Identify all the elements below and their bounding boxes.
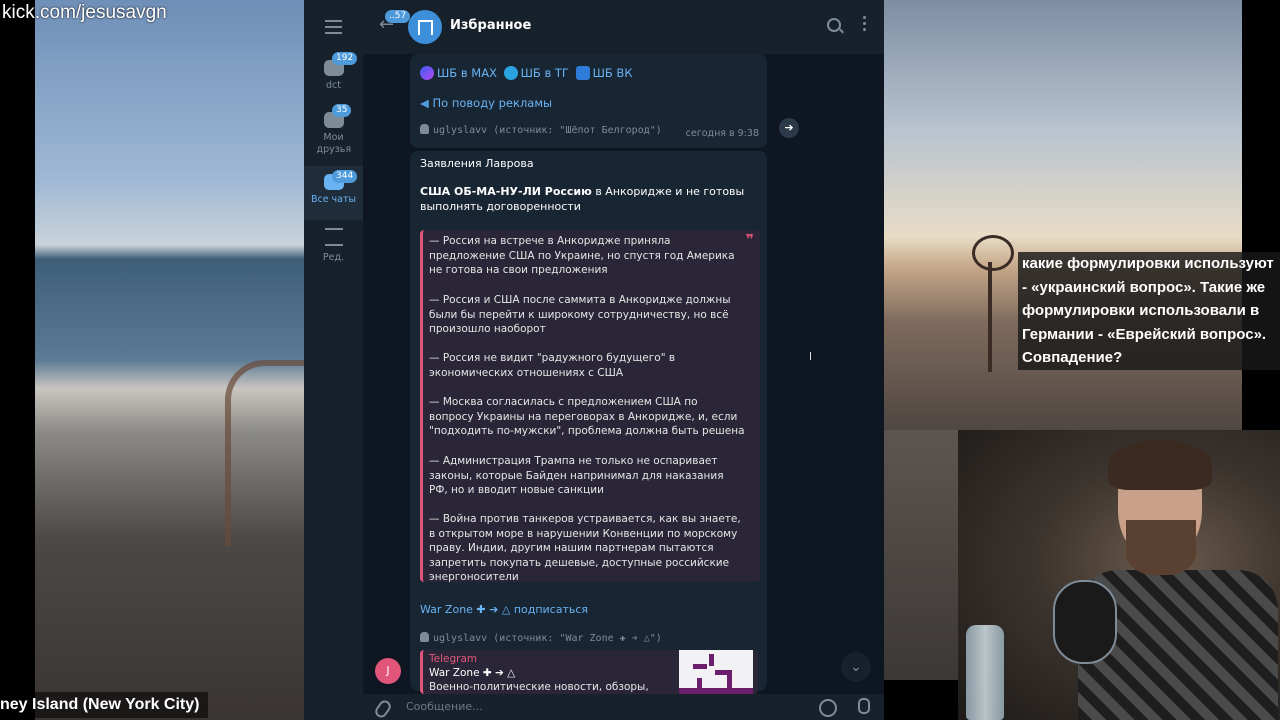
- text-cursor: [810, 352, 811, 360]
- channel-subscribe-link[interactable]: War Zone ✚ ➔ △ подписаться: [420, 603, 588, 616]
- forwarded-label: uglyslavv (источник: "War Zone ✚ ➔ △"): [433, 633, 662, 644]
- folder-label: dct: [326, 80, 341, 91]
- stream-background-left: [35, 0, 347, 720]
- link-max[interactable]: ШБ в MAX: [437, 66, 497, 80]
- post-title: Заявления Лаврова: [420, 157, 534, 170]
- stream-watermark: kick.com/jesusavgn: [2, 2, 167, 23]
- preview-title: War Zone ✚ ➔ △: [429, 667, 516, 679]
- scroll-down-icon[interactable]: ⌄: [841, 652, 871, 682]
- post-lead: США ОБ-МА-НУ-ЛИ Россию в Анкоридже и не …: [420, 185, 760, 214]
- folder-friends[interactable]: 35 Мои друзья: [304, 104, 363, 162]
- share-forward-icon[interactable]: ➔: [779, 118, 799, 138]
- message-bubble[interactable]: Заявления Лаврова США ОБ-МА-НУ-ЛИ Россию…: [410, 151, 767, 694]
- forwarded-label: uglyslavv (источник: "Шёпот Белгород"): [433, 125, 662, 136]
- folder-sidebar: 192 dct 35 Мои друзья 344 Все чаты Ред.: [304, 0, 363, 720]
- max-icon: [420, 66, 434, 80]
- folder-label: Все чаты: [310, 194, 357, 205]
- quote-item: — Администрация Трампа не только не оспа…: [429, 455, 724, 497]
- quote-item: — Россия на встрече в Анкоридже приняла …: [429, 235, 735, 277]
- message-input[interactable]: [404, 699, 788, 714]
- unread-badge: 344: [332, 170, 358, 183]
- message-bubble[interactable]: ШБ в MAX ШБ в ТГ ШБ ВК ◀ По поводу рекла…: [410, 54, 767, 148]
- preview-thumbnail: [679, 650, 753, 694]
- stream-overlay-text: какие формулировки используют - «украинс…: [1018, 252, 1280, 370]
- social-links: ШБ в MAX ШБ в ТГ ШБ ВК: [420, 66, 633, 80]
- emoji-icon[interactable]: [819, 699, 837, 717]
- webcam-feed: [958, 430, 1280, 720]
- quote-item: — Москва согласилась с предложением США …: [429, 396, 745, 438]
- location-caption: ney Island (New York City): [0, 692, 208, 718]
- parachute-tower-shape: [972, 235, 1014, 271]
- preview-description: Военно-политические новости, обзоры,: [429, 681, 649, 693]
- message-time: сегодня в 9:38: [685, 128, 759, 139]
- quote-item: — Война против танкеров устраивается, ка…: [429, 513, 741, 584]
- person-icon: [420, 632, 429, 642]
- link-tg[interactable]: ШБ в ТГ: [521, 66, 569, 80]
- bookmark-icon: [417, 19, 433, 35]
- lead-bold: США ОБ-МА-НУ-ЛИ Россию: [420, 185, 592, 198]
- telegram-icon: [503, 66, 518, 80]
- person-icon: [420, 124, 429, 134]
- quote-item: — Россия и США после саммита в Анкоридже…: [429, 294, 731, 336]
- folder-dct[interactable]: 192 dct: [304, 52, 363, 100]
- quote-item: — Россия не видит "радужного будущего" в…: [429, 352, 676, 379]
- microphone-icon[interactable]: [858, 698, 870, 714]
- microphone-shape: [1053, 580, 1117, 664]
- message-composer: [363, 694, 884, 720]
- saved-messages-avatar[interactable]: [408, 10, 442, 44]
- back-unread-badge: ..57: [385, 10, 411, 23]
- stream-background-right-lower: [884, 430, 958, 680]
- telegram-window: 192 dct 35 Мои друзья 344 Все чаты Ред. …: [304, 0, 884, 720]
- quote-icon: ❞: [745, 232, 754, 248]
- ads-label: По поводу рекламы: [432, 96, 553, 110]
- more-vertical-icon[interactable]: [863, 16, 867, 34]
- blockquote: ❞ — Россия на встрече в Анкоридже принял…: [420, 230, 760, 584]
- folder-label: Мои друзья: [316, 132, 352, 155]
- link-vk[interactable]: ШБ ВК: [593, 66, 633, 80]
- folder-edit[interactable]: Ред.: [304, 228, 363, 264]
- chat-title[interactable]: Избранное: [450, 18, 531, 33]
- menu-icon[interactable]: [325, 20, 342, 34]
- folder-all-chats[interactable]: 344 Все чаты: [304, 166, 363, 220]
- vk-icon: [575, 66, 590, 80]
- sender-avatar[interactable]: J: [375, 658, 401, 684]
- link-preview[interactable]: Telegram War Zone ✚ ➔ △ Военно-политичес…: [420, 650, 758, 694]
- message-list[interactable]: ШБ в MAX ШБ в ТГ ШБ ВК ◀ По поводу рекла…: [363, 54, 884, 694]
- chat-header: ← ..57 Избранное: [363, 0, 884, 54]
- unread-badge: 192: [332, 52, 358, 65]
- search-icon[interactable]: [827, 18, 841, 32]
- megaphone-icon: ◀: [420, 96, 429, 110]
- sliders-icon: [324, 228, 343, 246]
- attach-icon[interactable]: [372, 698, 394, 720]
- folder-label: Ред.: [322, 252, 345, 263]
- unread-badge: 35: [332, 104, 352, 117]
- ads-link[interactable]: ◀ По поводу рекламы: [420, 96, 552, 110]
- forwarded-from[interactable]: uglyslavv (источник: "Шёпот Белгород"): [420, 124, 662, 136]
- preview-site: Telegram: [429, 653, 478, 665]
- forwarded-from[interactable]: uglyslavv (источник: "War Zone ✚ ➔ △"): [420, 632, 662, 644]
